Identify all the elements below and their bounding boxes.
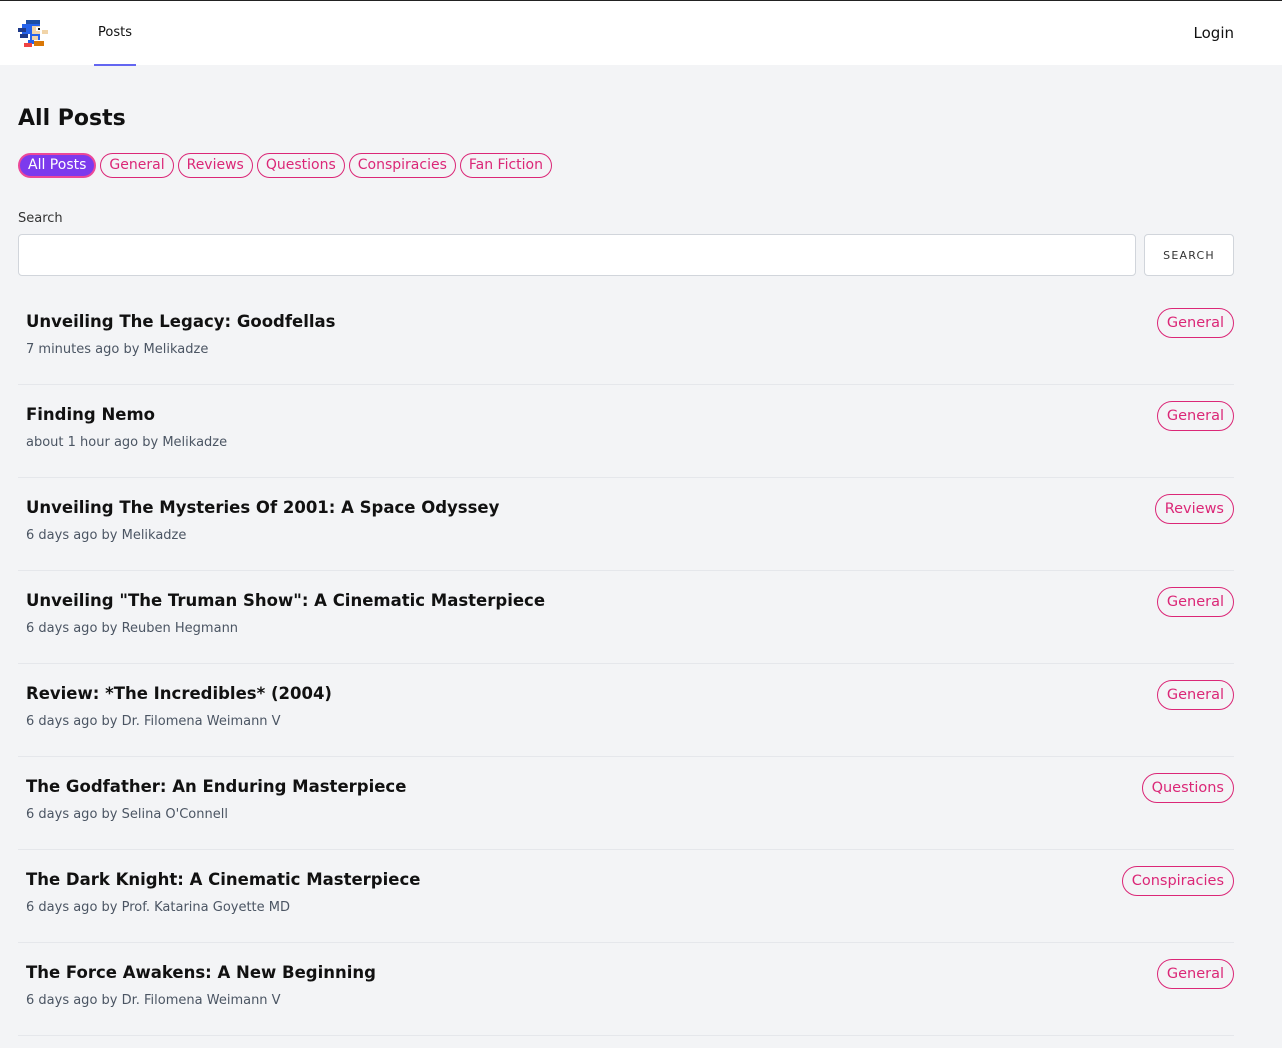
top-navbar: Posts Login bbox=[0, 0, 1282, 66]
post-meta: 6 days ago by Dr. Filomena Weimann V bbox=[26, 993, 281, 1008]
post-list-item[interactable]: Review: *The Incredibles* (2004) 6 days … bbox=[18, 664, 1234, 757]
post-list-item[interactable]: Unveiling "The Truman Show": A Cinematic… bbox=[18, 571, 1234, 664]
search-label: Search bbox=[18, 211, 63, 226]
filter-chip-reviews[interactable]: Reviews bbox=[177, 153, 253, 178]
post-title[interactable]: Unveiling The Mysteries Of 2001: A Space… bbox=[26, 498, 499, 517]
post-meta: about 1 hour ago by Melikadze bbox=[26, 435, 228, 450]
search-button[interactable]: SEARCH bbox=[1144, 234, 1234, 276]
nav-tab-posts[interactable]: Posts bbox=[94, 1, 136, 65]
post-title[interactable]: Unveiling The Legacy: Goodfellas bbox=[26, 312, 336, 331]
post-category-badge[interactable]: General bbox=[1156, 401, 1234, 431]
post-title[interactable]: Unveiling "The Truman Show": A Cinematic… bbox=[26, 591, 545, 610]
post-title[interactable]: Finding Nemo bbox=[26, 405, 155, 424]
page-title: All Posts bbox=[18, 106, 126, 131]
post-list-item[interactable]: Unveiling The Mysteries Of 2001: A Space… bbox=[18, 478, 1234, 571]
post-category-badge[interactable]: General bbox=[1156, 680, 1234, 710]
post-category-badge[interactable]: General bbox=[1156, 308, 1234, 338]
post-category-badge[interactable]: General bbox=[1156, 959, 1234, 989]
post-list-item[interactable]: The Godfather: An Enduring Masterpiece 6… bbox=[18, 757, 1234, 850]
post-category-badge[interactable]: Reviews bbox=[1154, 494, 1234, 524]
filter-chip-general[interactable]: General bbox=[100, 153, 174, 178]
post-category-badge[interactable]: Questions bbox=[1141, 773, 1234, 803]
post-title[interactable]: The Dark Knight: A Cinematic Masterpiece bbox=[26, 870, 420, 889]
post-title[interactable]: The Godfather: An Enduring Masterpiece bbox=[26, 777, 406, 796]
post-category-badge[interactable]: Conspiracies bbox=[1121, 866, 1234, 896]
post-list-item[interactable]: Finding Nemo about 1 hour ago by Melikad… bbox=[18, 385, 1234, 478]
active-tab-indicator bbox=[94, 64, 136, 66]
post-list: Unveiling The Legacy: Goodfellas 7 minut… bbox=[18, 292, 1234, 1036]
post-meta: 7 minutes ago by Melikadze bbox=[26, 342, 209, 357]
post-meta: 6 days ago by Selina O'Connell bbox=[26, 807, 228, 822]
post-list-item[interactable]: The Dark Knight: A Cinematic Masterpiece… bbox=[18, 850, 1234, 943]
search-input[interactable] bbox=[18, 234, 1136, 276]
post-meta: 6 days ago by Melikadze bbox=[26, 528, 187, 543]
post-list-item[interactable]: The Force Awakens: A New Beginning 6 day… bbox=[18, 943, 1234, 1036]
filter-chip-all-posts[interactable]: All Posts bbox=[18, 153, 97, 178]
post-title[interactable]: The Force Awakens: A New Beginning bbox=[26, 963, 376, 982]
post-meta: 6 days ago by Reuben Hegmann bbox=[26, 621, 239, 636]
filter-chip-fan-fiction[interactable]: Fan Fiction bbox=[459, 153, 552, 178]
category-filters: All Posts General Reviews Questions Cons… bbox=[18, 153, 552, 178]
post-title[interactable]: Review: *The Incredibles* (2004) bbox=[26, 684, 332, 703]
sonic-logo-icon[interactable] bbox=[18, 18, 52, 49]
post-meta: 6 days ago by Dr. Filomena Weimann V bbox=[26, 714, 281, 729]
filter-chip-conspiracies[interactable]: Conspiracies bbox=[348, 153, 456, 178]
login-link[interactable]: Login bbox=[1194, 1, 1234, 65]
post-list-item[interactable]: Unveiling The Legacy: Goodfellas 7 minut… bbox=[18, 292, 1234, 385]
post-category-badge[interactable]: General bbox=[1156, 587, 1234, 617]
filter-chip-questions[interactable]: Questions bbox=[256, 153, 345, 178]
post-meta: 6 days ago by Prof. Katarina Goyette MD bbox=[26, 900, 291, 915]
